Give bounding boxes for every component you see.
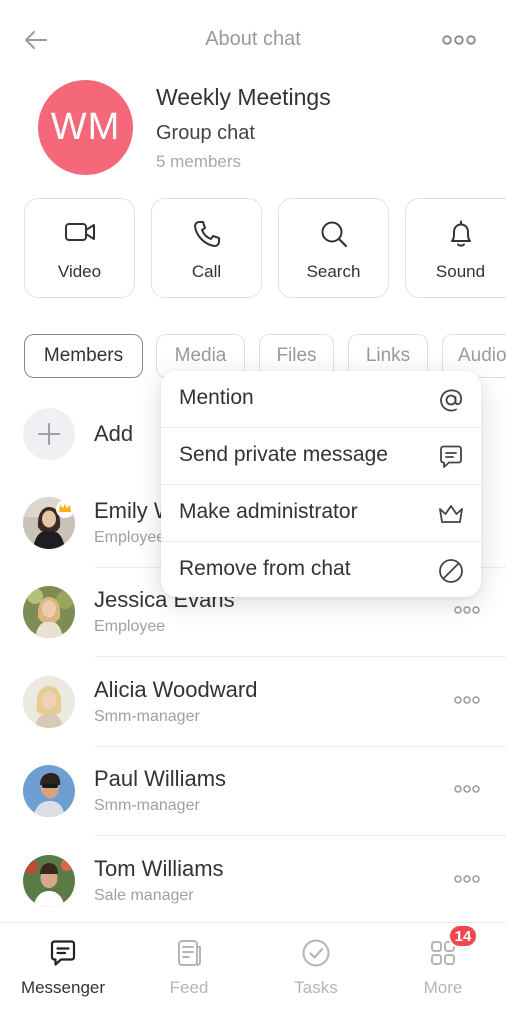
member-avatar: [23, 765, 75, 817]
nav-feed[interactable]: Feed: [126, 923, 252, 1024]
search-icon: [321, 221, 347, 248]
chat-type: Group chat: [156, 122, 255, 144]
member-role: Employee: [94, 529, 166, 546]
nav-messenger[interactable]: Messenger: [0, 923, 126, 1024]
nav-label: Feed: [169, 978, 209, 997]
call-button[interactable]: Call: [151, 198, 262, 298]
member-avatar: [23, 676, 75, 728]
sound-button[interactable]: Sound: [405, 198, 506, 298]
menu-item-label: Make administrator: [179, 500, 358, 523]
video-label: Video: [57, 262, 102, 281]
member-role: Sale manager: [94, 887, 194, 904]
member-name: Paul Williams: [94, 766, 227, 791]
member-more-icon[interactable]: [454, 872, 480, 886]
admin-crown-icon: [56, 500, 74, 518]
member-role: Employee: [94, 618, 166, 635]
crown-icon: [439, 505, 463, 523]
video-camera-icon: [64, 223, 95, 241]
chat-name: Weekly Meetings: [156, 84, 331, 110]
page-title: About chat: [205, 28, 301, 50]
search-label: Search: [306, 262, 361, 281]
sound-label: Sound: [435, 262, 486, 281]
member-avatar: [23, 586, 75, 638]
chat-avatar: WM: [38, 80, 133, 175]
bottom-navigation: Messenger Feed Tasks More: [0, 922, 506, 1024]
member-role: Smm-manager: [94, 708, 200, 725]
more-options-button[interactable]: [442, 30, 476, 50]
nav-label: Tasks: [294, 978, 338, 997]
tasks-check-icon: [302, 939, 330, 967]
member-row[interactable]: Paul Williams Smm-manager: [0, 746, 506, 836]
call-label: Call: [191, 262, 222, 281]
nav-more[interactable]: More: [380, 923, 506, 1024]
menu-item-remove-from-chat[interactable]: Remove from chat: [161, 542, 481, 599]
menu-item-send-private-message[interactable]: Send private message: [161, 428, 481, 485]
notification-badge: 14: [448, 924, 478, 948]
member-avatar: [23, 855, 75, 907]
members-count: 5 members: [156, 152, 242, 171]
at-sign-icon: [440, 389, 463, 412]
menu-item-make-administrator[interactable]: Make administrator: [161, 485, 481, 542]
member-context-menu: Mention Send private message Make admini…: [161, 371, 481, 597]
menu-item-label: Mention: [179, 386, 254, 409]
add-member-label: Add: [94, 421, 134, 446]
menu-item-label: Send private message: [179, 443, 388, 466]
tab-members[interactable]: Members: [24, 334, 143, 378]
phone-icon: [193, 221, 220, 247]
plus-icon: [38, 423, 60, 445]
chat-bubble-icon: [440, 445, 462, 468]
member-role: Smm-manager: [94, 797, 200, 814]
nav-label: More: [423, 978, 463, 997]
action-buttons: Video Call Search Sound: [24, 198, 506, 298]
member-row[interactable]: Alicia Woodward Smm-manager: [0, 657, 506, 747]
menu-item-mention[interactable]: Mention: [161, 371, 481, 428]
member-more-icon[interactable]: [454, 693, 480, 707]
feed-icon: [178, 940, 201, 966]
bell-icon: [450, 220, 471, 247]
member-name: Alicia Woodward: [94, 677, 258, 702]
nav-label: Messenger: [20, 978, 106, 997]
video-button[interactable]: Video: [24, 198, 135, 298]
menu-item-label: Remove from chat: [179, 557, 351, 580]
messenger-icon: [50, 940, 76, 966]
add-member-button[interactable]: [23, 408, 75, 460]
member-more-icon[interactable]: [454, 782, 480, 796]
block-icon: [439, 559, 463, 583]
member-more-icon[interactable]: [454, 603, 480, 617]
top-bar: About chat: [0, 0, 506, 80]
member-name: Tom Williams: [94, 856, 224, 881]
search-button[interactable]: Search: [278, 198, 389, 298]
more-horizontal-icon: [442, 35, 476, 45]
nav-tasks[interactable]: Tasks: [253, 923, 379, 1024]
member-row[interactable]: Tom Williams Sale manager: [0, 836, 506, 926]
